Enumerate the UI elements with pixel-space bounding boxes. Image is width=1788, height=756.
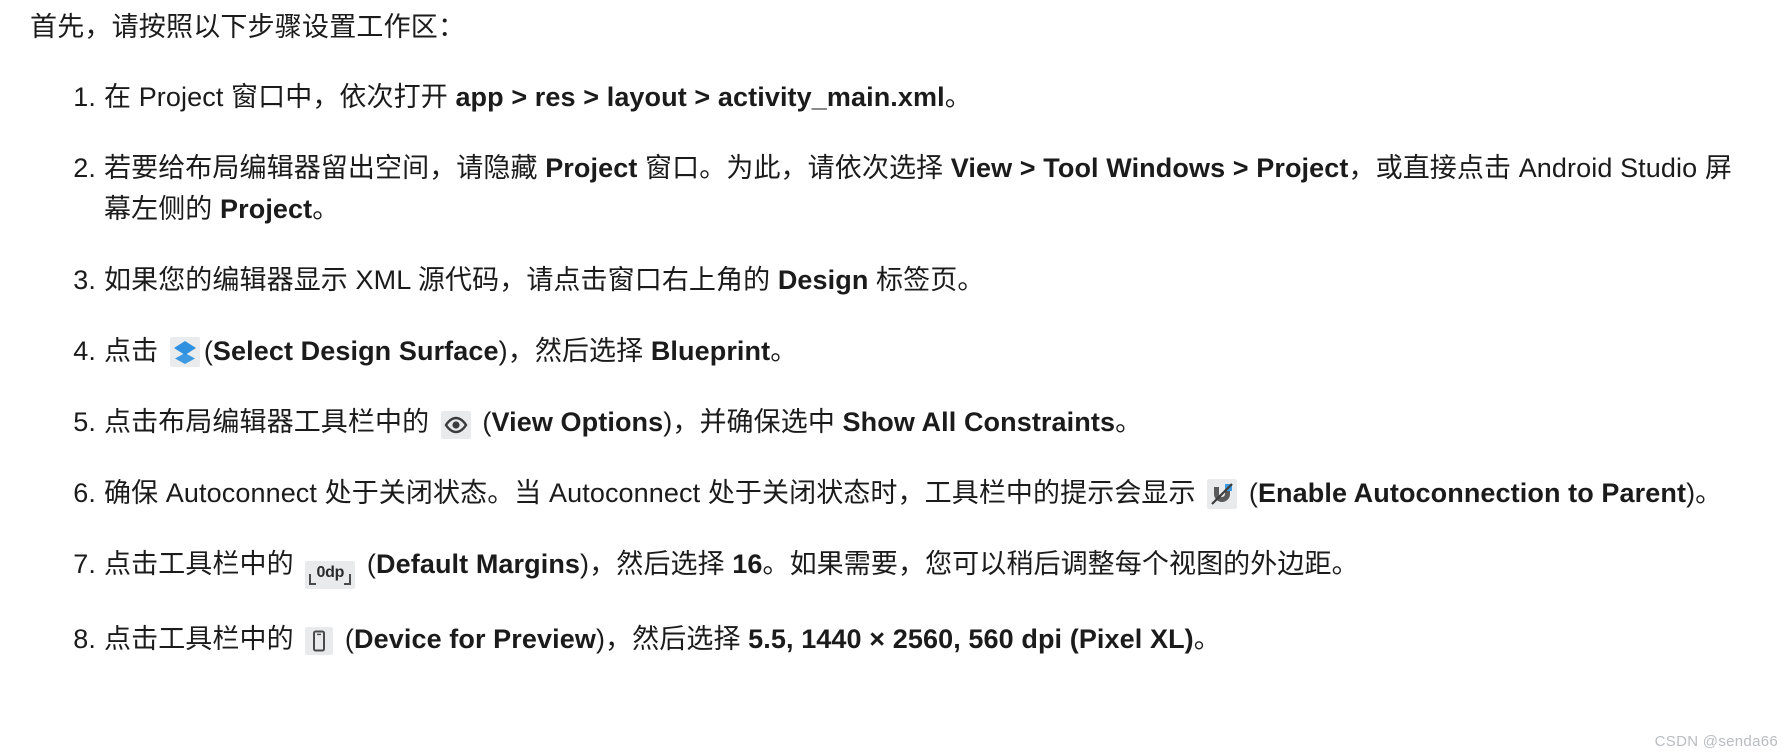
- step-item-3: 如果您的编辑器显示 XML 源代码，请点击窗口右上角的 Design 标签页。: [0, 260, 1788, 301]
- step-text: 如果您的编辑器显示 XML 源代码，请点击窗口右上角的: [104, 265, 778, 296]
- step-emphasis: Show All Constraints: [842, 407, 1116, 438]
- step-item-4: 点击 (Select Design Surface)，然后选择 Blueprin…: [0, 331, 1788, 372]
- step-text: 若要给布局编辑器留出空间，请隐藏: [104, 153, 546, 184]
- step-emphasis: 5.5, 1440 × 2560, 560 dpi (Pixel XL): [748, 623, 1194, 654]
- step-text: )，并确保选中: [663, 407, 843, 438]
- step-text: 标签页。: [868, 265, 985, 296]
- step-emphasis: Design: [777, 265, 869, 296]
- step-text: (: [359, 549, 377, 580]
- step-emphasis: View > Tool Windows > Project: [950, 153, 1349, 184]
- step-text: 。: [944, 82, 972, 113]
- view-options-eye-icon: [440, 411, 471, 440]
- step-item-5: 点击布局编辑器工具栏中的 (View Options)，并确保选中 Show A…: [0, 402, 1788, 443]
- step-text: 窗口。为此，请依次选择: [637, 153, 951, 184]
- step-text: 点击: [104, 336, 166, 367]
- step-text: )，然后选择: [498, 336, 651, 367]
- step-text: 在 Project 窗口中，依次打开: [104, 82, 456, 113]
- document-page: 首先，请按照以下步骤设置工作区： 在 Project 窗口中，依次打开 app …: [0, 0, 1788, 756]
- step-text: (: [1241, 478, 1258, 509]
- step-text: )，然后选择: [595, 623, 749, 654]
- steps-list: 在 Project 窗口中，依次打开 app > res > layout > …: [0, 77, 1788, 659]
- step-text: 点击布局编辑器工具栏中的: [104, 407, 437, 438]
- step-emphasis: Project: [220, 194, 313, 225]
- step-text: 。: [1115, 407, 1143, 438]
- step-item-6: 确保 Autoconnect 处于关闭状态。当 Autoconnect 处于关闭…: [0, 473, 1788, 514]
- step-emphasis: Device for Preview: [354, 623, 596, 654]
- step-text: 。: [770, 336, 798, 367]
- step-item-7: 点击工具栏中的 0dp (Default Margins)，然后选择 16。如果…: [0, 544, 1788, 589]
- enable-autoconnection-icon: [1207, 479, 1238, 510]
- step-item-8: 点击工具栏中的 (Device for Preview)，然后选择 5.5, 1…: [0, 619, 1788, 660]
- step-item-1: 在 Project 窗口中，依次打开 app > res > layout > …: [0, 77, 1788, 118]
- intro-paragraph: 首先，请按照以下步骤设置工作区：: [30, 12, 466, 42]
- step-text: 。如果需要，您可以稍后调整每个视图的外边距。: [762, 549, 1359, 580]
- step-text: (: [474, 407, 492, 438]
- step-emphasis: Enable Autoconnection to Parent: [1257, 478, 1687, 509]
- step-emphasis: Select Design Surface: [212, 336, 499, 367]
- default-margins-icon: 0dp: [305, 560, 356, 589]
- step-emphasis: Default Margins: [376, 549, 581, 580]
- watermark: CSDN @senda66: [1654, 733, 1778, 750]
- step-text: 点击工具栏中的: [104, 549, 302, 580]
- step-text: 点击工具栏中的: [104, 623, 302, 654]
- select-design-surface-icon: [169, 337, 200, 368]
- step-text: 确保 Autoconnect 处于关闭状态。当 Autoconnect 处于关闭…: [104, 478, 1204, 509]
- step-emphasis: Blueprint: [650, 336, 771, 367]
- step-item-2: 若要给布局编辑器留出空间，请隐藏 Project 窗口。为此，请依次选择 Vie…: [0, 148, 1788, 230]
- step-text: 。: [312, 194, 340, 225]
- step-text: (: [337, 623, 355, 654]
- step-text: (: [203, 336, 213, 367]
- step-emphasis: Project: [545, 153, 638, 184]
- step-text: )。: [1686, 478, 1723, 509]
- step-emphasis: app > res > layout > activity_main.xml: [455, 82, 945, 113]
- step-text: 。: [1193, 623, 1221, 654]
- step-emphasis: View Options: [491, 407, 664, 438]
- device-for-preview-icon: [305, 626, 334, 655]
- step-text: )，然后选择: [580, 549, 733, 580]
- default-margins-icon-label: 0dp: [316, 564, 345, 582]
- step-emphasis: 16: [732, 549, 763, 580]
